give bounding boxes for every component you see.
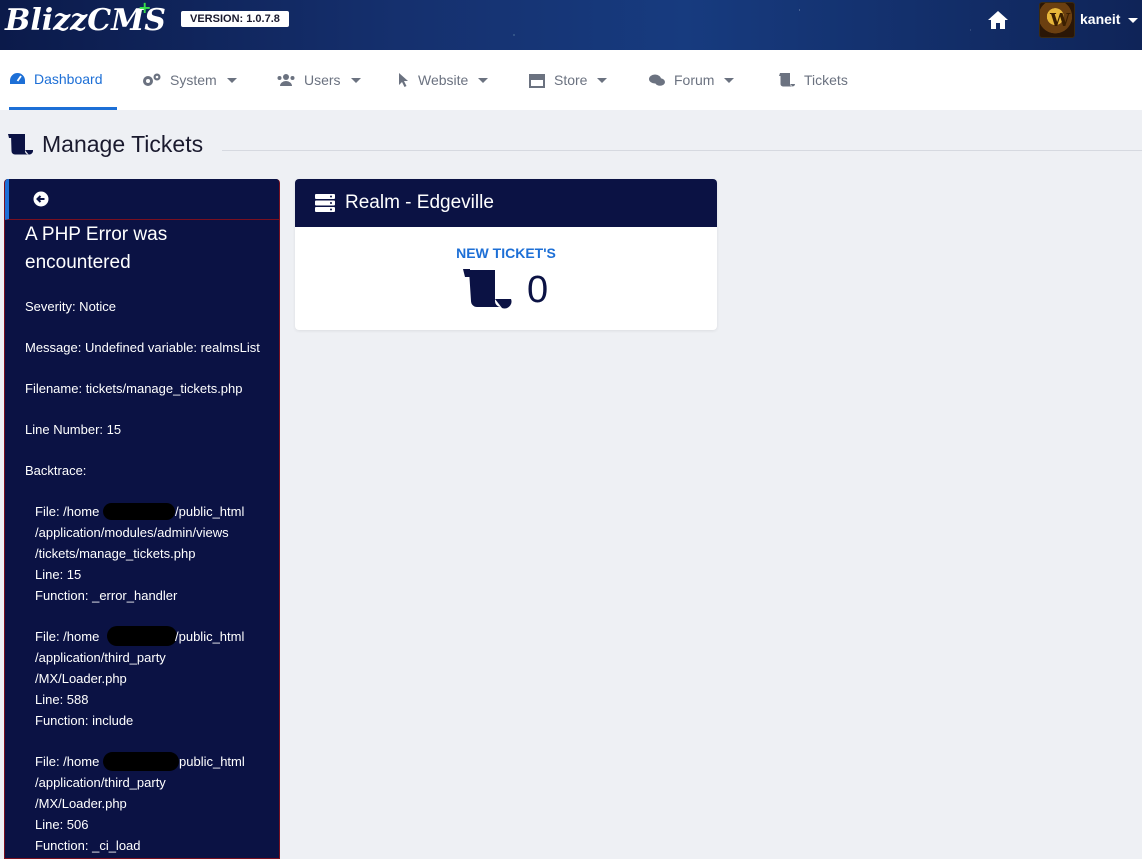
trace-file-path: /tickets/manage_tickets.php [35, 546, 196, 561]
nav-forum[interactable]: Forum [648, 50, 735, 110]
trace-function: Function: _error_handler [35, 588, 178, 603]
avatar[interactable]: W [1039, 2, 1075, 38]
server-icon [315, 194, 335, 212]
realm-card-header: Realm - Edgeville [295, 179, 717, 227]
trace-file-path: /MX/Loader.php [35, 796, 127, 811]
header-background [0, 0, 1142, 50]
redaction [103, 752, 179, 771]
nav-store[interactable]: Store [528, 50, 608, 110]
chevron-down-icon [724, 77, 735, 83]
main-nav: Dashboard System Users Website Store For… [0, 50, 1142, 110]
trace-file-prefix: File: /home [35, 629, 100, 644]
nav-label: Dashboard [34, 70, 103, 87]
error-panel: A PHP Error was encountered Severity: No… [4, 179, 280, 859]
new-tickets-label: NEW TICKET'S [456, 245, 556, 261]
realm-card: Realm - Edgeville NEW TICKET'S 0 [295, 179, 717, 330]
error-line-number: Line Number: 15 [25, 422, 122, 437]
gears-icon [143, 73, 161, 86]
trace-file-suffix: /public_html [175, 504, 245, 519]
version-badge: VERSION: 1.0.7.8 [181, 11, 289, 27]
ticket-count: 0 [527, 268, 549, 311]
error-backtrace: Backtrace: [25, 463, 87, 478]
trace-file-suffix: public_html [179, 754, 245, 769]
nav-label: Website [418, 72, 469, 88]
chevron-down-icon [226, 77, 237, 83]
page-title: Manage Tickets [6, 131, 203, 158]
error-severity: Severity: Notice [25, 299, 117, 314]
chevron-down-icon [478, 77, 489, 83]
avatar-letter: W [1050, 10, 1071, 31]
chevron-down-icon [350, 77, 361, 83]
trace-line: Line: 15 [35, 567, 82, 582]
logo-plus-mark: + [138, 0, 152, 17]
trace-line: Line: 588 [35, 692, 89, 707]
scroll-icon [8, 133, 34, 155]
users-icon [277, 74, 295, 86]
trace-function: Function: include [35, 713, 134, 728]
nav-label: System [170, 72, 217, 88]
nav-system[interactable]: System [142, 50, 237, 110]
realm-title: Realm - Edgeville [345, 192, 494, 213]
trace-file-prefix: File: /home [35, 504, 100, 519]
error-panel-header [5, 179, 279, 220]
trace-line: Line: 506 [35, 817, 89, 832]
page-title-text: Manage Tickets [42, 131, 204, 157]
nav-label: Tickets [804, 72, 848, 88]
redaction [107, 626, 177, 646]
top-header: BlizzCMS + VERSION: 1.0.7.8 W kaneit [0, 0, 1142, 50]
pointer-icon [399, 73, 408, 87]
store-icon [529, 73, 545, 88]
redaction [103, 503, 175, 520]
scroll-icon [779, 73, 795, 87]
nav-tickets[interactable]: Tickets [778, 50, 848, 110]
trace-file-path: /application/modules/admin/views [35, 525, 229, 540]
trace-file-suffix: /public_html [175, 629, 245, 644]
chevron-down-icon [597, 77, 608, 83]
error-message: Message: Undefined variable: realmsList [25, 340, 260, 355]
user-menu[interactable]: kaneit [1080, 11, 1139, 27]
scroll-icon [463, 269, 512, 309]
chevron-down-icon [1128, 17, 1139, 23]
error-filename: Filename: tickets/manage_tickets.php [25, 381, 243, 396]
home-icon[interactable] [986, 8, 1010, 32]
trace-file-path: /MX/Loader.php [35, 671, 127, 686]
ticket-count-row: 0 [461, 267, 548, 313]
trace-file-path: /application/third_party [35, 775, 166, 790]
nav-label: Store [554, 72, 588, 88]
nav-label: Users [304, 72, 341, 88]
trace-function: Function: _ci_load [35, 838, 141, 853]
error-title: A PHP Error was encountered [25, 224, 168, 273]
username: kaneit [1080, 11, 1121, 27]
comments-icon [649, 74, 665, 86]
trace-file-path: /application/third_party [35, 650, 166, 665]
nav-website[interactable]: Website [398, 50, 489, 110]
nav-dashboard[interactable]: Dashboard [9, 50, 117, 110]
back-arrow-icon[interactable] [33, 191, 49, 207]
trace-file-prefix: File: /home [35, 754, 100, 769]
nav-label: Forum [674, 72, 715, 88]
dashboard-icon [10, 72, 25, 84]
title-divider [222, 150, 1142, 151]
nav-users[interactable]: Users [276, 50, 361, 110]
